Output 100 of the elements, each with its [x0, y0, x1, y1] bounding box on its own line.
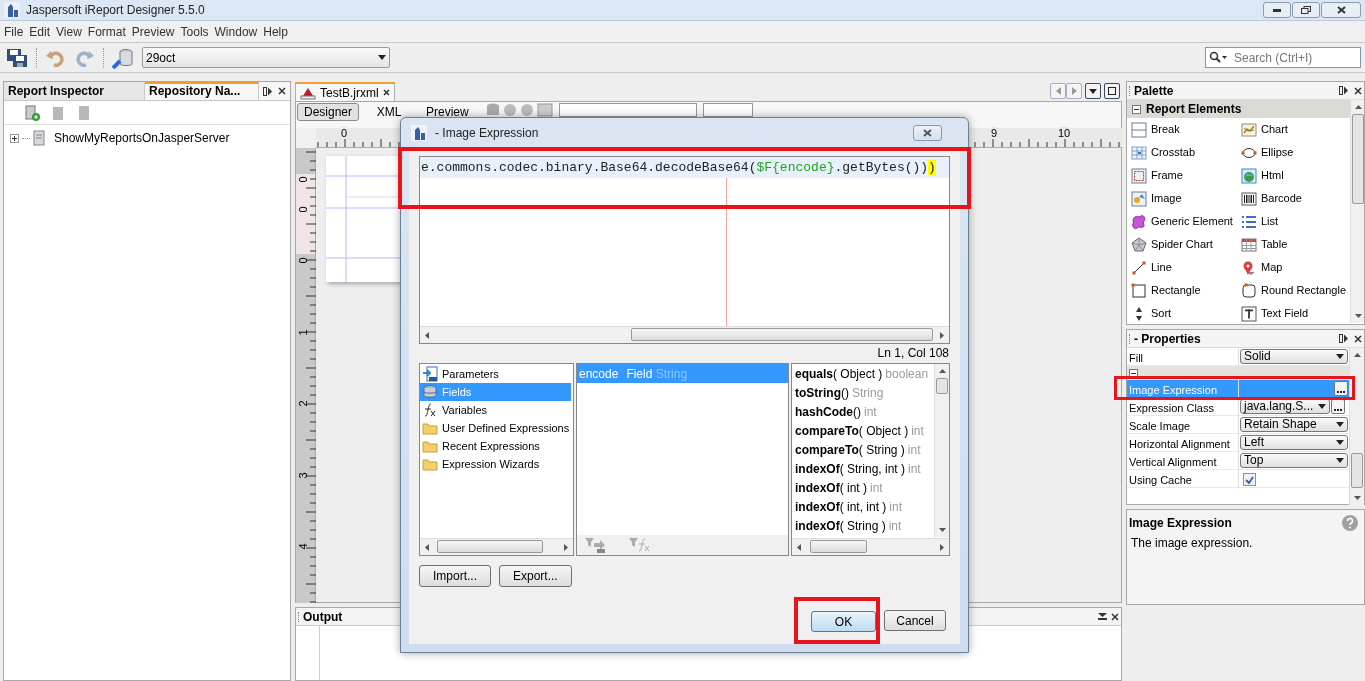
view-tab[interactable]: Designer — [297, 103, 360, 121]
scrollbar[interactable] — [792, 538, 949, 555]
property-row[interactable]: Using Cache — [1127, 470, 1349, 488]
property-row[interactable]: Fill Solid — [1127, 348, 1349, 366]
expand-toggle[interactable] — [10, 133, 19, 143]
palette-item[interactable]: Html — [1237, 164, 1350, 187]
method-item[interactable]: hashCode() int — [792, 402, 934, 421]
search-field[interactable]: Search (Ctrl+I) — [1205, 47, 1361, 68]
collapse-toggle[interactable] — [1129, 368, 1138, 378]
scrollbar[interactable] — [1349, 348, 1364, 505]
rounded-rectangle-icon — [1241, 282, 1257, 299]
dialog-button[interactable]: OK — [811, 611, 876, 632]
scrollbar-thumb[interactable] — [810, 540, 867, 553]
menu-item[interactable]: Help — [260, 22, 291, 41]
parameter-icon — [422, 366, 438, 382]
palette-item[interactable]: Rectangle — [1127, 279, 1237, 302]
method-item[interactable]: compareTo( Object ) int — [792, 421, 934, 440]
method-item[interactable]: toString() String — [792, 383, 934, 402]
palette-item[interactable]: Image — [1127, 187, 1237, 210]
property-dropdown[interactable]: Left — [1240, 435, 1348, 450]
checkbox[interactable] — [1243, 473, 1256, 486]
property-dropdown[interactable]: Solid — [1240, 349, 1348, 364]
property-row[interactable]: Scale Image Retain Shape — [1127, 416, 1349, 434]
palette-item[interactable]: Round Rectangle — [1237, 279, 1350, 302]
view-tab[interactable]: Preview — [419, 103, 476, 121]
panel-title: Palette — [1134, 82, 1174, 100]
palette-item[interactable]: Table — [1237, 233, 1350, 256]
menu-item[interactable]: View — [53, 22, 85, 41]
scrollbar[interactable] — [420, 326, 949, 343]
method-item[interactable]: compareTo( String ) int — [792, 440, 934, 459]
caret-icon — [378, 55, 386, 60]
palette-item[interactable]: Barcode — [1237, 187, 1350, 210]
scrollbar[interactable] — [1350, 100, 1364, 323]
menu-item[interactable]: Preview — [128, 22, 178, 41]
scroll-left-button[interactable] — [1050, 83, 1066, 99]
method-item[interactable]: indexOf( int, int ) int — [792, 497, 934, 516]
menu-item[interactable]: File — [1, 22, 27, 41]
palette-item[interactable]: Spider Chart — [1127, 233, 1237, 256]
scrollbar-thumb[interactable] — [1351, 453, 1363, 488]
minimize-button[interactable] — [1263, 2, 1291, 18]
maximize-button[interactable] — [1104, 83, 1120, 99]
collapse-toggle[interactable] — [1132, 104, 1141, 114]
palette-item[interactable]: Break — [1127, 118, 1237, 141]
dialog-button[interactable]: Import... — [419, 565, 491, 587]
scrollbar[interactable] — [934, 364, 949, 537]
palette-item[interactable]: List — [1237, 210, 1350, 233]
palette-item[interactable]: Sort — [1127, 302, 1237, 325]
category-item[interactable]: Recent Expressions — [420, 437, 571, 455]
category-item[interactable]: User Defined Expressions — [420, 419, 571, 437]
dialog-button[interactable]: Cancel — [884, 610, 946, 631]
property-dropdown[interactable]: Top — [1240, 453, 1348, 468]
up-arrow-icon — [1355, 105, 1362, 109]
palette-item[interactable]: Ellipse — [1237, 141, 1350, 164]
palette-item[interactable]: Generic Element — [1127, 210, 1237, 233]
palette-item[interactable]: Crosstab — [1127, 141, 1237, 164]
maximize-button[interactable] — [1292, 2, 1320, 18]
view-tab[interactable]: XML — [365, 103, 414, 121]
scrollbar-thumb[interactable] — [631, 328, 933, 341]
scrollbar-thumb[interactable] — [936, 378, 948, 394]
palette-item[interactable]: Frame — [1127, 164, 1237, 187]
close-icon — [278, 87, 286, 95]
method-item[interactable]: indexOf( int ) int — [792, 478, 934, 497]
category-header[interactable]: Report Elements — [1127, 100, 1350, 118]
help-icon — [1342, 515, 1358, 531]
expression-editor[interactable]: e.commons.codec.binary.Base64.decodeBase64($F{encode}.getBytes())) — [419, 156, 950, 344]
menu-item[interactable]: Window — [211, 22, 261, 41]
palette-item[interactable]: Line — [1127, 256, 1237, 279]
close-button[interactable] — [913, 125, 942, 141]
scrollbar-thumb[interactable] — [437, 540, 543, 553]
method-item[interactable]: indexOf( String ) int — [792, 516, 934, 535]
palette-item[interactable]: Map — [1237, 256, 1350, 279]
ruler-label: 9 — [991, 127, 998, 139]
scrollbar-thumb[interactable] — [1352, 114, 1364, 204]
tree-item[interactable]: ShowMyReportsOnJasperServer — [54, 129, 230, 147]
property-row[interactable]: Horizontal Alignment Left — [1127, 434, 1349, 452]
property-row[interactable]: Vertical Alignment Top — [1127, 452, 1349, 470]
menu-item[interactable]: Edit — [26, 22, 54, 41]
scrollbar[interactable] — [420, 538, 573, 555]
palette-item[interactable]: Text Field — [1237, 302, 1350, 325]
datasource-dropdown[interactable]: 29oct — [142, 47, 390, 68]
category-item[interactable]: Expression Wizards — [420, 455, 571, 473]
ellipsis-button[interactable] — [1334, 381, 1348, 396]
document-list-button[interactable] — [1085, 83, 1101, 99]
frame-icon — [1131, 167, 1147, 184]
dialog-button[interactable]: Export... — [499, 565, 572, 587]
method-item[interactable]: equals( Object ) boolean — [792, 364, 934, 383]
menu-item[interactable]: Format — [84, 22, 129, 41]
panel-tab[interactable]: Repository Na... — [145, 82, 259, 100]
property-dropdown[interactable]: Retain Shape — [1240, 417, 1348, 432]
menu-item[interactable]: Tools — [177, 22, 212, 41]
font-size-field[interactable] — [702, 103, 753, 117]
category-item[interactable]: Variables — [420, 401, 571, 419]
close-button[interactable] — [1321, 2, 1361, 18]
font-name-field[interactable] — [558, 103, 697, 117]
document-tab[interactable]: TestB.jrxml — [295, 82, 395, 101]
category-item[interactable]: Parameters — [420, 365, 571, 383]
palette-item[interactable]: Chart — [1237, 118, 1350, 141]
ruler-label: 0 — [297, 175, 309, 185]
description-title: Image Expression — [1129, 515, 1232, 532]
method-item[interactable]: indexOf( String, int ) int — [792, 459, 934, 478]
